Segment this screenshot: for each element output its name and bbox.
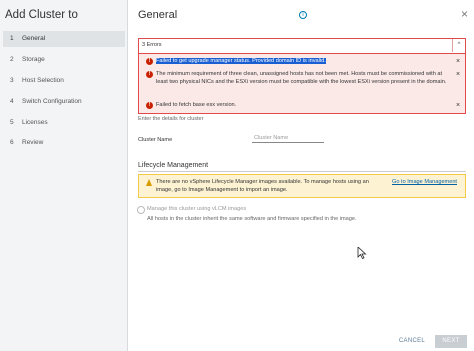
step-label: Licenses <box>22 119 48 126</box>
step-host-selection[interactable]: 3 Host Selection <box>3 73 125 89</box>
go-to-image-management-link[interactable]: Go to Image Management <box>392 179 457 185</box>
step-label: Storage <box>22 56 45 63</box>
page-title: General <box>138 9 178 21</box>
step-number: 5 <box>10 119 14 126</box>
step-number: 6 <box>10 139 14 146</box>
error-message-2: The minimum requirement of three clean, … <box>156 71 447 85</box>
section-hint: Enter the details for cluster <box>138 116 204 122</box>
step-number: 3 <box>10 77 14 84</box>
step-label: Review <box>22 139 44 146</box>
error-icon: ! <box>146 58 153 65</box>
close-icon[interactable]: × <box>461 8 468 20</box>
dismiss-error-icon[interactable]: × <box>456 58 460 65</box>
warning-text: There are no vSphere Lifecycle Manager i… <box>156 179 369 193</box>
step-storage[interactable]: 2 Storage <box>3 52 125 68</box>
cancel-button[interactable]: CANCEL <box>395 335 429 348</box>
wizard-title: Add Cluster to <box>5 9 78 21</box>
error-icon: ! <box>146 102 153 109</box>
error-panel: 3 Errors ^ ! Failed to get upgrade manag… <box>138 38 466 114</box>
wizard-main: General i × 3 Errors ^ ! Failed to get u… <box>128 0 474 351</box>
step-licenses[interactable]: 5 Licenses <box>3 115 125 131</box>
step-number: 4 <box>10 98 14 105</box>
mouse-cursor-icon <box>357 247 367 259</box>
step-label: Host Selection <box>22 77 64 84</box>
lifecycle-title: Lifecycle Management <box>138 162 209 169</box>
step-review[interactable]: 6 Review <box>3 135 125 151</box>
error-count: 3 Errors <box>142 42 162 48</box>
dismiss-error-icon[interactable]: × <box>456 102 460 109</box>
vlcm-label: Manage this cluster using vLCM images <box>147 206 247 212</box>
vlcm-radio[interactable] <box>137 206 145 214</box>
warning-alert: There are no vSphere Lifecycle Manager i… <box>138 174 466 198</box>
error-message-1: Failed to get upgrade manager status. Pr… <box>156 58 452 66</box>
error-icon: ! <box>146 71 153 78</box>
error-message-3: Failed to fetch base esx version. <box>156 102 237 108</box>
error-header: 3 Errors ^ <box>139 39 465 54</box>
wizard-sidebar: Add Cluster to 1 General 2 Storage 3 Host S… <box>0 0 128 351</box>
vlcm-description: All hosts in the cluster inherit the sam… <box>147 216 357 222</box>
step-label: General <box>22 35 46 42</box>
help-icon[interactable]: i <box>299 11 307 19</box>
step-number: 1 <box>10 35 14 42</box>
cluster-name-input[interactable] <box>252 133 324 143</box>
selected-text: Failed to get upgrade manager status. Pr… <box>156 58 326 64</box>
step-label: Switch Configuration <box>22 98 82 105</box>
step-number: 2 <box>10 56 14 63</box>
step-general[interactable]: 1 General <box>3 31 125 47</box>
warning-icon <box>146 179 152 186</box>
cluster-name-label: Cluster Name <box>138 137 173 143</box>
step-switch-configuration[interactable]: 4 Switch Configuration <box>3 94 125 110</box>
collapse-button[interactable]: ^ <box>452 39 465 52</box>
dismiss-error-icon[interactable]: × <box>456 71 460 78</box>
divider <box>138 171 466 172</box>
next-button[interactable]: NEXT <box>435 335 467 348</box>
